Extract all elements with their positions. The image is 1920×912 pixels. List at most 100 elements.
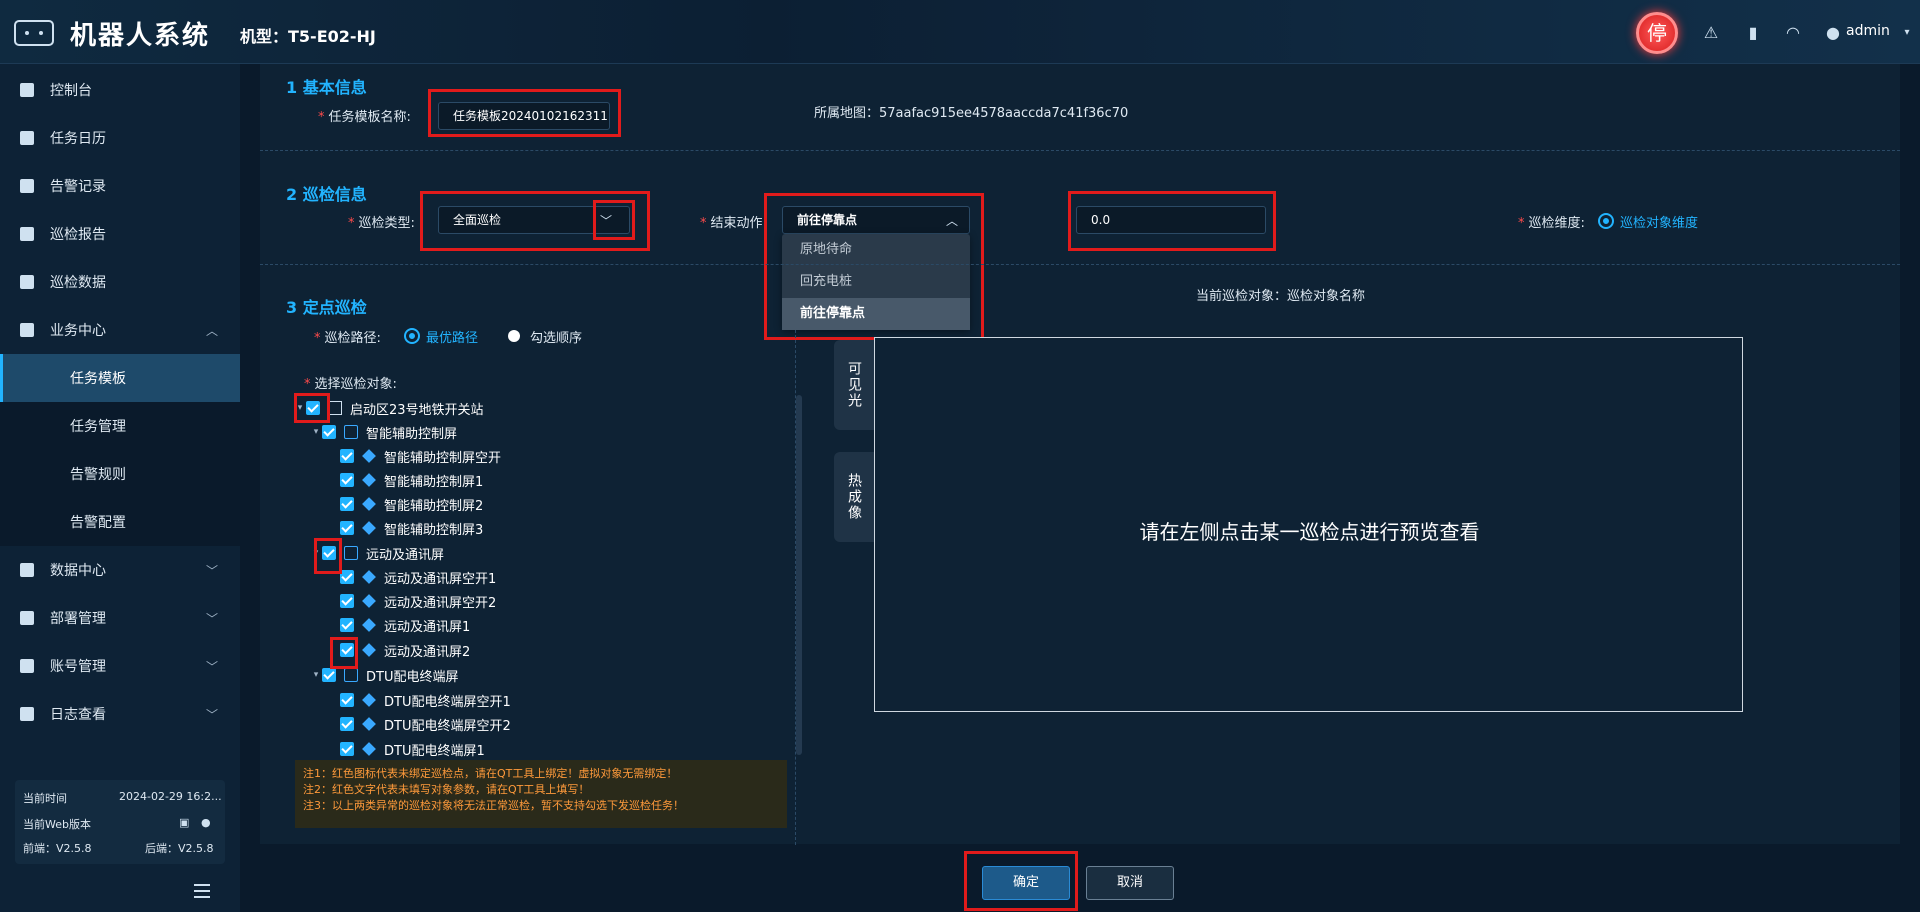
monitor-icon xyxy=(20,563,34,577)
sidebar-item-data-center[interactable]: 数据中心 ﹀ xyxy=(0,546,240,594)
version-info-box: 当前时间 2024-02-29 16:2... 当前Web版本 ▣ ● 前端：V… xyxy=(15,780,225,864)
checkbox[interactable] xyxy=(340,570,354,584)
tree-node[interactable]: 智能辅助控制屏2 xyxy=(340,492,483,516)
template-name-input[interactable]: 任务模板20240102162311 xyxy=(438,102,610,130)
sidebar-item-label: 业务中心 xyxy=(50,323,106,339)
tree-node-label: 智能辅助控制屏2 xyxy=(384,498,484,514)
chevron-down-icon[interactable]: ﹀ xyxy=(600,212,612,229)
log-icon xyxy=(20,707,34,721)
dropdown-option-selected[interactable]: 前往停靠点 xyxy=(782,298,970,330)
folder-icon xyxy=(344,425,358,439)
sidebar-item-task-calendar[interactable]: 任务日历 xyxy=(0,114,240,162)
cube-icon xyxy=(362,449,376,463)
tree-node[interactable]: ▾ DTU配电终端屏 xyxy=(310,663,458,687)
cancel-button[interactable]: 取消 xyxy=(1086,866,1174,900)
sidebar-item-label: 日志查看 xyxy=(50,707,106,723)
account-icon xyxy=(20,659,34,673)
tree-node[interactable]: 智能辅助控制屏3 xyxy=(340,516,483,540)
notes-box: 注1：红色图标代表未绑定巡检点，请在QT工具上绑定！虚拟对象无需绑定！ 注2：红… xyxy=(295,760,787,828)
tree-scrollbar[interactable] xyxy=(796,395,802,755)
chevron-up-icon[interactable]: ︿ xyxy=(946,212,958,229)
sidebar-item-console[interactable]: 控制台 xyxy=(0,66,240,114)
tree-node[interactable]: DTU配电终端屏1 xyxy=(340,737,485,761)
chevron-down-icon[interactable]: ▾ xyxy=(1896,22,1918,44)
sidebar-subitem-alarm-rules[interactable]: 告警规则 xyxy=(0,450,240,498)
checkbox[interactable] xyxy=(340,594,354,608)
dropdown-option[interactable]: 原地待命 xyxy=(782,234,970,266)
menu-collapse-icon[interactable] xyxy=(194,884,210,898)
numeric-input[interactable]: 0.0 xyxy=(1076,206,1266,234)
more-icon[interactable]: ● xyxy=(201,816,211,829)
path-optimal-radio[interactable] xyxy=(406,330,418,342)
tree-node-label: 智能辅助控制屏1 xyxy=(384,474,484,490)
checkbox[interactable] xyxy=(306,401,320,415)
wifi-icon[interactable]: ◠ xyxy=(1782,22,1804,44)
path-checked-order-radio[interactable] xyxy=(508,330,520,342)
tab-visible-light[interactable]: 可见光 xyxy=(834,340,874,430)
checkbox[interactable] xyxy=(340,643,354,657)
cube-icon xyxy=(362,618,376,632)
dimension-radio[interactable] xyxy=(1600,215,1612,227)
path-checked-order-label: 勾选顺序 xyxy=(530,331,583,346)
tree-node[interactable]: 远动及通讯屏1 xyxy=(340,613,470,637)
tree-node[interactable]: 远动及通讯屏空开2 xyxy=(340,589,496,613)
checkbox[interactable] xyxy=(340,742,354,756)
checkbox[interactable] xyxy=(340,473,354,487)
cube-icon xyxy=(362,570,376,584)
alarm-icon[interactable]: ⚠ xyxy=(1700,22,1722,44)
tree-node[interactable]: 智能辅助控制屏空开 xyxy=(340,444,501,468)
note-line: 注2：红色文字代表未填写对象参数，请在QT工具上填写！ xyxy=(303,783,590,796)
template-name-label: * 任务模板名称: xyxy=(318,110,411,125)
map-label: 所属地图：57aafac915ee4578aaccda7c41f36c70 xyxy=(814,106,1129,121)
user-name[interactable]: admin xyxy=(1846,23,1890,39)
sidebar-item-business-center[interactable]: 业务中心 ︿ xyxy=(0,306,240,354)
sidebar-item-label: 部署管理 xyxy=(50,611,106,627)
tab-thermal[interactable]: 热成像 xyxy=(834,452,874,542)
dimension-value: 巡检对象维度 xyxy=(1620,216,1699,231)
confirm-button[interactable]: 确定 xyxy=(982,866,1070,900)
checkbox[interactable] xyxy=(340,521,354,535)
sidebar-item-alarm-records[interactable]: 告警记录 xyxy=(0,162,240,210)
folder-icon xyxy=(344,546,358,560)
sidebar-item-inspection-data[interactable]: 巡检数据 xyxy=(0,258,240,306)
sidebar-subitem-task-template[interactable]: 任务模板 xyxy=(0,354,240,402)
checkbox[interactable] xyxy=(322,425,336,439)
tree-node-label: DTU配电终端屏 xyxy=(366,669,459,685)
sidebar-item-deploy-management[interactable]: 部署管理 ﹀ xyxy=(0,594,240,642)
tree-node[interactable]: 远动及通讯屏2 xyxy=(340,638,470,662)
tree-node[interactable]: DTU配电终端屏空开1 xyxy=(340,688,511,712)
tree-node-label: 远动及通讯屏空开2 xyxy=(384,595,497,611)
dropdown-option[interactable]: 回充电桩 xyxy=(782,266,970,298)
section-fixed-point-title: 3 定点巡检 xyxy=(286,298,367,317)
checkbox[interactable] xyxy=(340,693,354,707)
copy-icon[interactable]: ▣ xyxy=(179,816,189,829)
checkbox[interactable] xyxy=(340,497,354,511)
tree-node[interactable]: DTU配电终端屏空开2 xyxy=(340,712,511,736)
tree-node[interactable]: ▾ 启动区23号地铁开关站 xyxy=(294,396,484,420)
checkbox[interactable] xyxy=(340,449,354,463)
tree-node[interactable]: 远动及通讯屏空开1 xyxy=(340,565,496,589)
checkbox[interactable] xyxy=(340,618,354,632)
checkbox[interactable] xyxy=(340,717,354,731)
checkbox[interactable] xyxy=(322,668,336,682)
sidebar-item-label: 告警记录 xyxy=(50,179,106,195)
tree-node[interactable]: ▾ 智能辅助控制屏 xyxy=(310,420,457,444)
emergency-stop-button[interactable]: 停 xyxy=(1636,12,1678,54)
current-time-label: 当前时间 xyxy=(23,792,67,805)
sidebar-subitem-task-management[interactable]: 任务管理 xyxy=(0,402,240,450)
sidebar-subitem-alarm-config[interactable]: 告警配置 xyxy=(0,498,240,546)
caret-icon: ▾ xyxy=(297,403,303,413)
user-icon[interactable]: ● xyxy=(1822,22,1844,44)
end-action-dropdown: 原地待命 回充电桩 前往停靠点 xyxy=(782,234,970,330)
battery-icon[interactable]: ▮ xyxy=(1742,22,1764,44)
sidebar-item-log-view[interactable]: 日志查看 ﹀ xyxy=(0,690,240,738)
folder-icon xyxy=(344,668,358,682)
sidebar-item-inspection-report[interactable]: 巡检报告 xyxy=(0,210,240,258)
sidebar-item-label: 数据中心 xyxy=(50,563,106,579)
sidebar-item-account-management[interactable]: 账号管理 ﹀ xyxy=(0,642,240,690)
tree-node[interactable]: ▾ 远动及通讯屏 xyxy=(310,541,444,565)
end-action-select[interactable]: 前往停靠点 xyxy=(782,206,970,234)
tree-node[interactable]: 智能辅助控制屏1 xyxy=(340,468,483,492)
tree-node-label: 智能辅助控制屏 xyxy=(366,426,458,442)
checkbox[interactable] xyxy=(322,546,336,560)
